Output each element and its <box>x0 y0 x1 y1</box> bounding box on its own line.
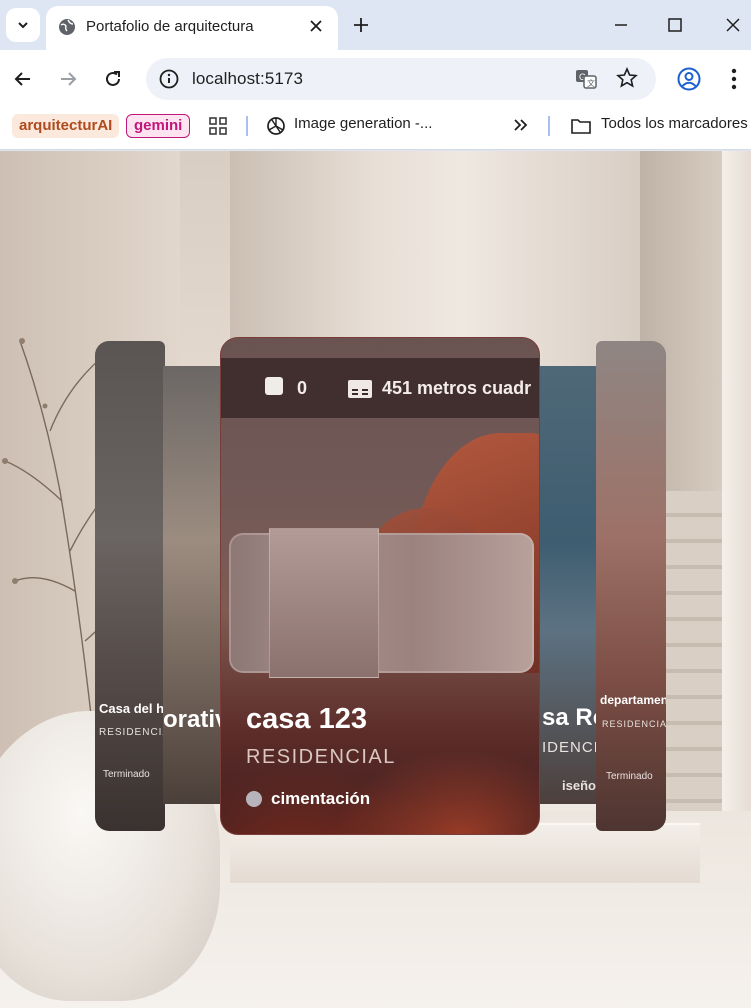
folder-icon <box>571 119 591 134</box>
close-icon <box>726 18 740 32</box>
project-card-right-near[interactable]: sa Ro IDENCIA iseño <box>540 366 598 804</box>
maximize-icon <box>668 18 682 32</box>
openai-icon <box>267 117 285 135</box>
browser-tab[interactable]: Portafolio de arquitectura <box>46 6 338 50</box>
reload-icon <box>106 71 120 86</box>
arrow-left-icon <box>14 72 30 86</box>
minimize-button[interactable] <box>610 14 632 36</box>
card-title: sa Ro <box>542 704 598 731</box>
forward-button[interactable] <box>55 66 81 92</box>
card-status: Terminado <box>103 769 150 780</box>
arrow-right-icon <box>61 72 77 86</box>
back-button[interactable] <box>10 66 36 92</box>
project-card-left-near[interactable]: orativ <box>163 366 221 804</box>
bookmarks-separator <box>548 116 550 136</box>
project-card-right-far[interactable]: departamento 45 RESIDENCIAL Terminado <box>596 341 666 831</box>
close-icon <box>310 20 322 32</box>
svg-text:文: 文 <box>587 78 595 88</box>
project-card-left-far[interactable]: Casa del habitan... RESIDENCIAL Terminad… <box>95 341 165 831</box>
bookmark-arquitecturai[interactable]: arquitecturAI <box>12 114 120 138</box>
minimize-icon <box>615 24 627 26</box>
card-status: cimentación <box>271 789 371 808</box>
card-type: RESIDENCIAL <box>99 727 165 738</box>
globe-icon <box>59 19 75 35</box>
card-area: 451 metros cuadr <box>382 378 532 398</box>
url-text[interactable]: localhost:5173 <box>192 69 303 89</box>
project-card-main[interactable]: 0 451 metros cuadr casa 123 RESIDENCIAL … <box>220 337 540 835</box>
browser-toolbar: localhost:5173 G文 <box>0 50 751 108</box>
card-title: casa 123 <box>246 703 367 735</box>
bookmark-image-generation[interactable]: Image generation -... <box>294 115 432 132</box>
reload-button[interactable] <box>100 66 126 92</box>
apps-grid-icon[interactable] <box>208 116 228 136</box>
card-image-house-block <box>269 528 379 678</box>
more-options-icon[interactable] <box>724 66 744 92</box>
double-chevron-right-icon[interactable] <box>512 116 530 134</box>
card-title: orativ <box>163 706 221 733</box>
maximize-button[interactable] <box>664 14 686 36</box>
profile-icon[interactable] <box>676 66 702 92</box>
card-type: RESIDENCIAL <box>246 746 396 768</box>
close-window-button[interactable] <box>722 14 744 36</box>
plus-icon <box>354 18 368 32</box>
page-viewport: Casa del habitan... RESIDENCIAL Terminad… <box>0 151 751 1008</box>
card-stats-bar: 0 451 metros cuadr <box>221 358 539 418</box>
card-type: RESIDENCIAL <box>602 719 666 729</box>
checkbox-icon <box>265 377 283 395</box>
bookmarks-bar: arquitecturAI gemini Image generation -.… <box>0 108 751 150</box>
card-type: IDENCIA <box>542 739 598 756</box>
card-title: departamento 45 <box>600 693 666 707</box>
site-info-icon[interactable] <box>158 68 180 90</box>
new-tab-button[interactable] <box>350 14 372 36</box>
card-count: 0 <box>297 378 308 398</box>
tab-search-button[interactable] <box>6 8 40 42</box>
bookmark-gemini[interactable]: gemini <box>126 114 191 138</box>
area-icon <box>348 380 372 398</box>
bookmark-star-icon[interactable] <box>616 67 638 89</box>
bookmarks-separator <box>246 116 248 136</box>
address-bar[interactable]: localhost:5173 G文 <box>146 58 656 100</box>
tab-strip: Portafolio de arquitectura <box>0 0 751 50</box>
status-dot-icon <box>246 791 262 807</box>
chevron-down-icon <box>18 22 28 29</box>
tab-title: Portafolio de arquitectura <box>86 18 254 35</box>
card-status: iseño <box>562 778 596 793</box>
translate-icon[interactable]: G文 <box>574 67 598 91</box>
card-status: Terminado <box>606 771 653 782</box>
tab-close-button[interactable] <box>306 16 326 36</box>
bookmark-all-bookmarks[interactable]: Todos los marcadores <box>601 115 748 132</box>
card-title: Casa del habitan... <box>99 701 165 716</box>
